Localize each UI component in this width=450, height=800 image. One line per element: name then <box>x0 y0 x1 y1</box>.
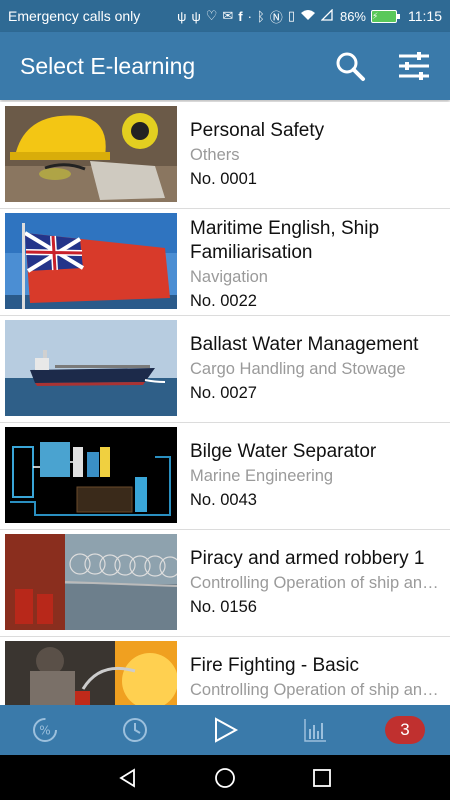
course-category: Navigation <box>190 268 268 286</box>
notification-badge: 3 <box>385 716 425 744</box>
history-clock-icon <box>123 718 147 742</box>
system-nav-bar <box>0 755 450 800</box>
vibrate-icon: ▯ <box>287 8 295 23</box>
system-back-button[interactable] <box>108 758 148 798</box>
wifi-icon <box>300 9 316 24</box>
facebook-icon: f <box>238 8 243 24</box>
course-item-piracy[interactable]: Piracy and armed robbery 1 Controlling O… <box>0 530 450 637</box>
course-category: Marine Engineering <box>190 467 334 485</box>
usb-icon: ψ <box>177 8 187 24</box>
course-item-ballast-water[interactable]: Ballast Water Management Cargo Handling … <box>0 316 450 423</box>
course-number: No. 0001 <box>190 170 257 188</box>
app-bar: Select E-learning <box>0 32 450 100</box>
nav-history-button[interactable] <box>90 705 180 755</box>
nav-statistics-button[interactable] <box>270 705 360 755</box>
course-list[interactable]: Personal Safety Others No. 0001 Maritime… <box>0 102 450 705</box>
course-category: Others <box>190 146 240 164</box>
home-icon <box>215 767 235 788</box>
filter-sliders-icon <box>399 52 429 80</box>
course-number: No. 0022 <box>190 292 257 310</box>
course-title: Piracy and armed robbery 1 <box>190 548 425 569</box>
course-thumbnail-razor-wire-deck <box>5 534 177 630</box>
bluetooth-icon: ᛒ <box>256 8 265 24</box>
course-item-personal-safety[interactable]: Personal Safety Others No. 0001 <box>0 102 450 209</box>
more-dots-icon: · <box>247 8 252 24</box>
nav-notifications-button[interactable]: 3 <box>360 705 450 755</box>
course-number: No. 0156 <box>190 598 257 616</box>
course-item-bilge-water[interactable]: Bilge Water Separator Marine Engineering… <box>0 423 450 530</box>
battery-charging-icon: ⚡ <box>371 9 400 23</box>
svg-text:%: % <box>39 724 50 738</box>
course-number: No. 0027 <box>190 384 257 402</box>
play-icon <box>215 717 239 743</box>
course-item-maritime-english[interactable]: Maritime English, Ship Familiarisation N… <box>0 209 450 316</box>
bottom-nav: % 3 <box>0 705 450 755</box>
course-title: Bilge Water Separator <box>190 441 377 462</box>
system-recents-button[interactable] <box>302 758 342 798</box>
course-thumbnail-safety-gear <box>5 106 177 202</box>
percent-progress-icon: % <box>33 718 57 742</box>
heart-rate-icon: ♡ <box>205 8 218 23</box>
recents-icon <box>312 768 331 787</box>
search-icon <box>336 52 365 81</box>
status-bar: Emergency calls only ψ ψ ♡ ✉ f · ᛒ Ⓝ ▯ 8… <box>0 0 450 32</box>
course-title: Personal Safety <box>190 120 325 141</box>
course-category: Controlling Operation of ship and care f… <box>190 681 450 699</box>
nav-play-button[interactable] <box>180 705 270 755</box>
system-home-button[interactable] <box>205 758 245 798</box>
battery-percent: 86% <box>339 8 366 24</box>
course-thumbnail-red-ensign <box>5 213 177 309</box>
back-icon <box>119 767 136 788</box>
signal-icon <box>320 7 333 24</box>
course-number: No. 0043 <box>190 491 257 509</box>
course-item-fire-fighting[interactable]: Fire Fighting - Basic Controlling Operat… <box>0 637 450 705</box>
nav-progress-button[interactable]: % <box>0 705 90 755</box>
course-title: Ballast Water Management <box>190 334 419 355</box>
course-title: Maritime English, Ship Familiarisation <box>190 218 380 263</box>
course-thumbnail-tanker-ship <box>5 320 177 416</box>
search-button[interactable] <box>332 48 368 84</box>
page-title: Select E-learning <box>20 52 196 79</box>
course-thumbnail-separator-diagram <box>5 427 177 523</box>
course-category: Cargo Handling and Stowage <box>190 360 406 378</box>
statistics-chart-icon <box>304 719 326 742</box>
course-thumbnail-fire-extinguisher <box>5 641 177 705</box>
filter-button[interactable] <box>396 48 432 84</box>
course-category: Controlling Operation of ship and care f… <box>190 574 450 592</box>
course-title: Fire Fighting - Basic <box>190 655 359 676</box>
nfc-icon: Ⓝ <box>269 9 283 25</box>
status-icons: ψ ψ ♡ ✉ f · ᛒ Ⓝ ▯ 86% ⚡ 11:15 <box>177 7 442 26</box>
clock: 11:15 <box>408 8 442 24</box>
usb-icon: ψ <box>191 8 201 24</box>
mail-icon: ✉ <box>222 8 234 23</box>
carrier-status-text: Emergency calls only <box>8 8 141 24</box>
